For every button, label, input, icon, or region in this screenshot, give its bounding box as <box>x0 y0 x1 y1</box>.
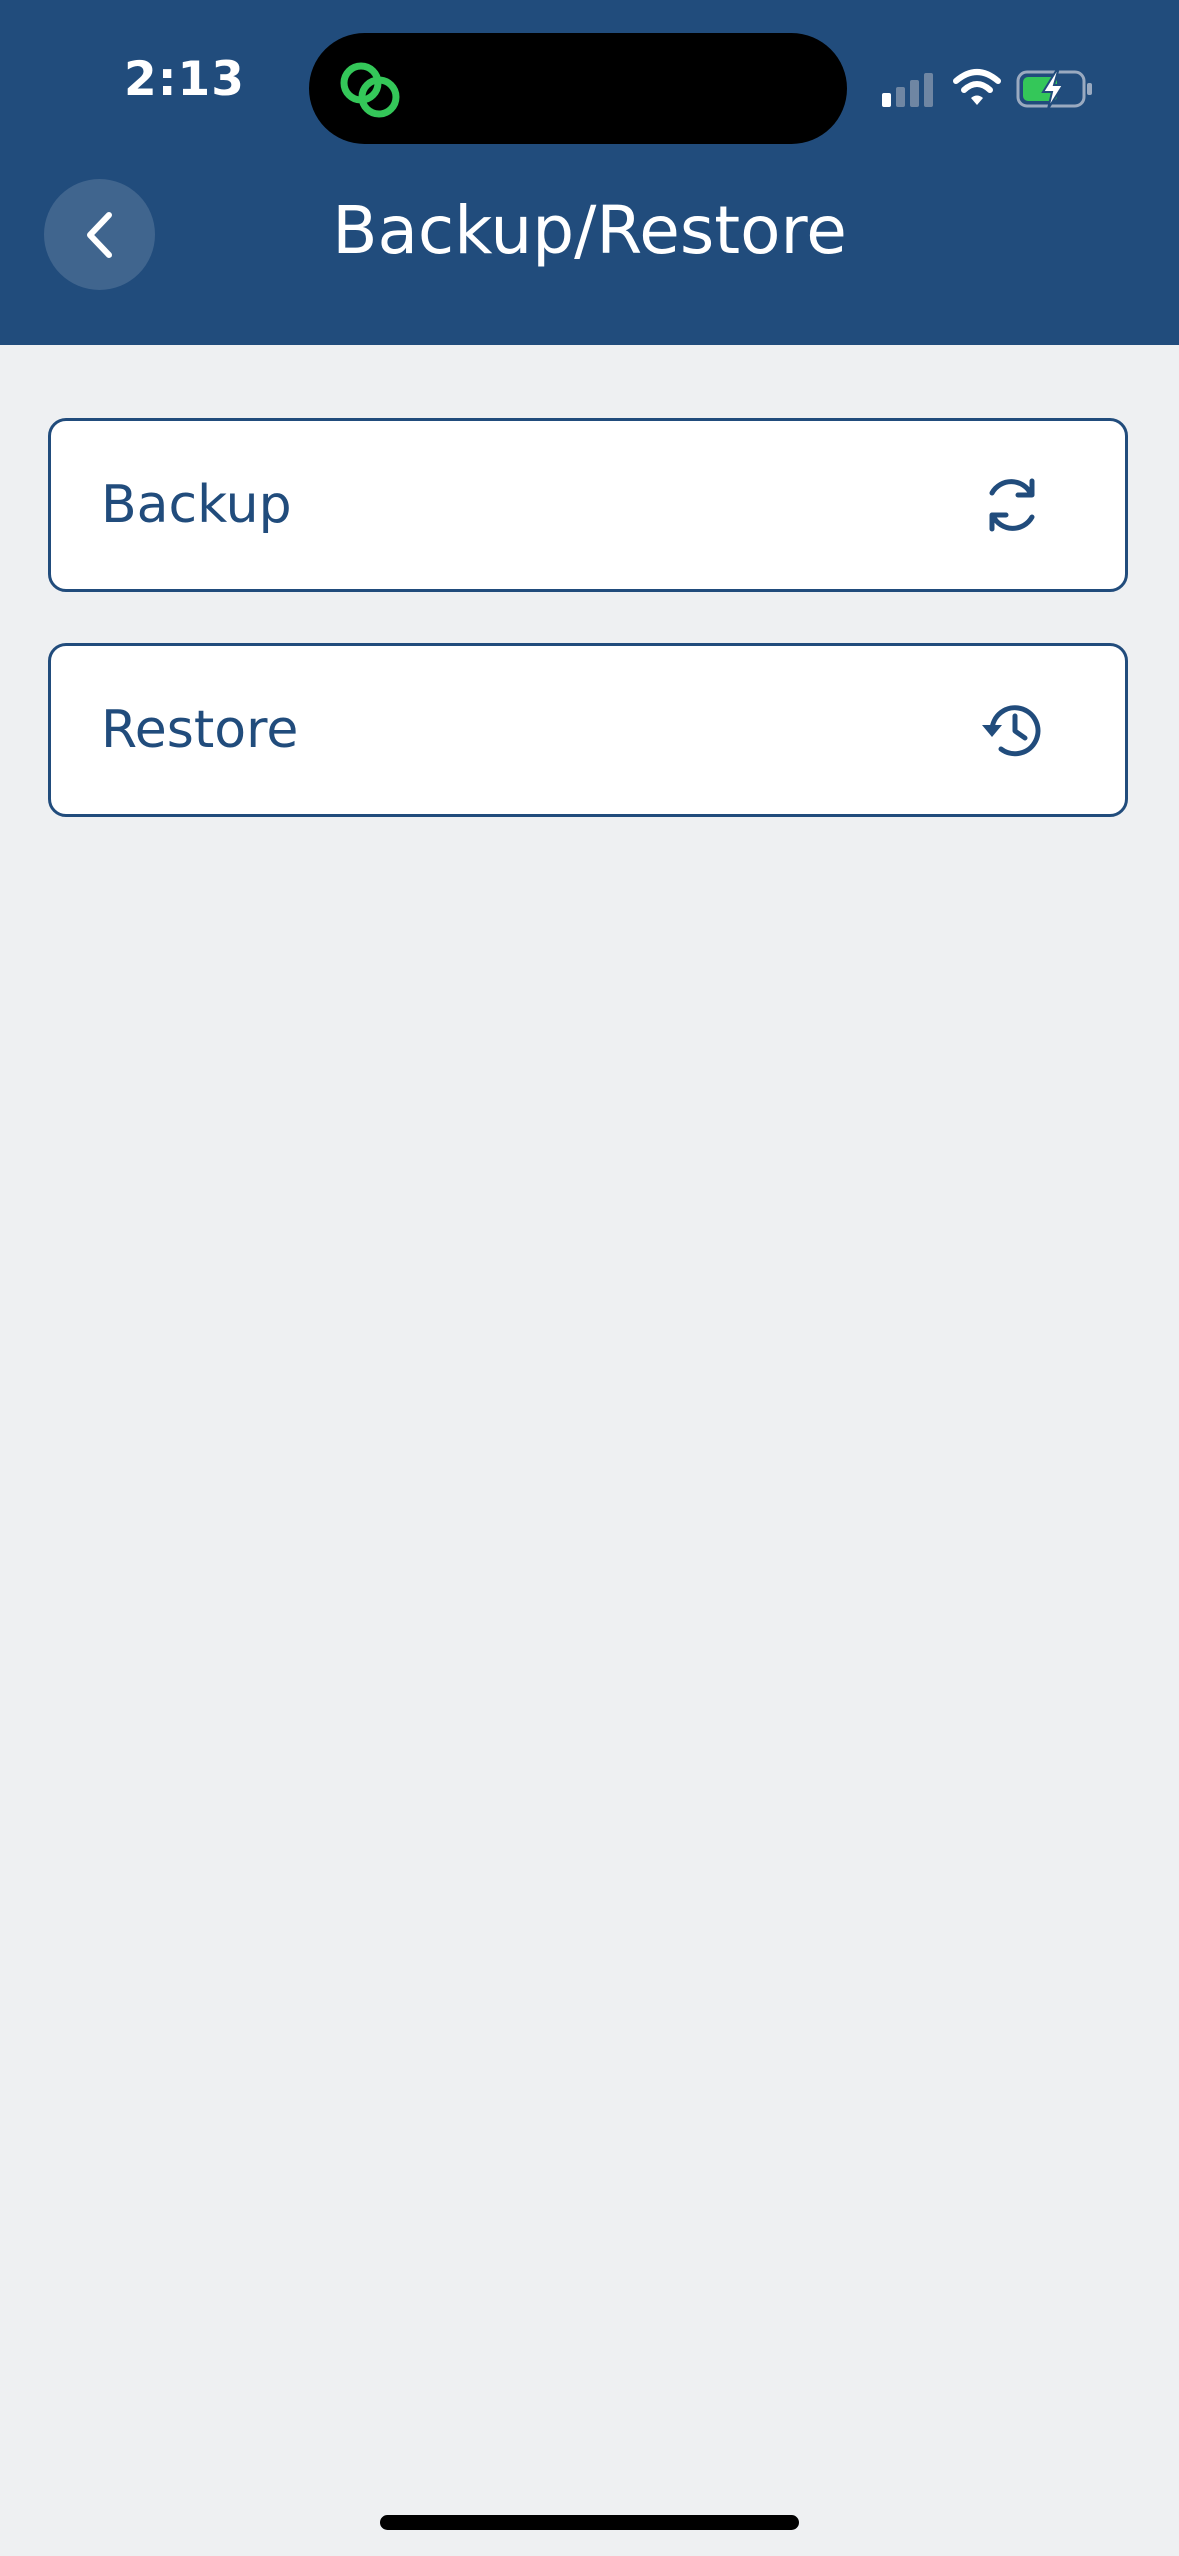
wifi-icon <box>953 69 1001 105</box>
status-time: 2:13 <box>124 52 245 107</box>
sync-icon <box>989 478 1035 532</box>
backup-label: Backup <box>101 475 292 535</box>
app-header: 2:13 Backup/Restore <box>0 0 1179 345</box>
dynamic-island <box>309 33 847 144</box>
home-indicator[interactable] <box>380 2515 799 2530</box>
cellular-signal-icon <box>882 73 933 107</box>
backup-option[interactable]: Backup <box>48 418 1128 592</box>
history-icon <box>982 705 1041 757</box>
page-title: Backup/Restore <box>332 192 847 269</box>
restore-label: Restore <box>101 700 299 760</box>
link-icon <box>340 62 400 118</box>
restore-option[interactable]: Restore <box>48 643 1128 817</box>
battery-charging-icon <box>1016 70 1092 110</box>
